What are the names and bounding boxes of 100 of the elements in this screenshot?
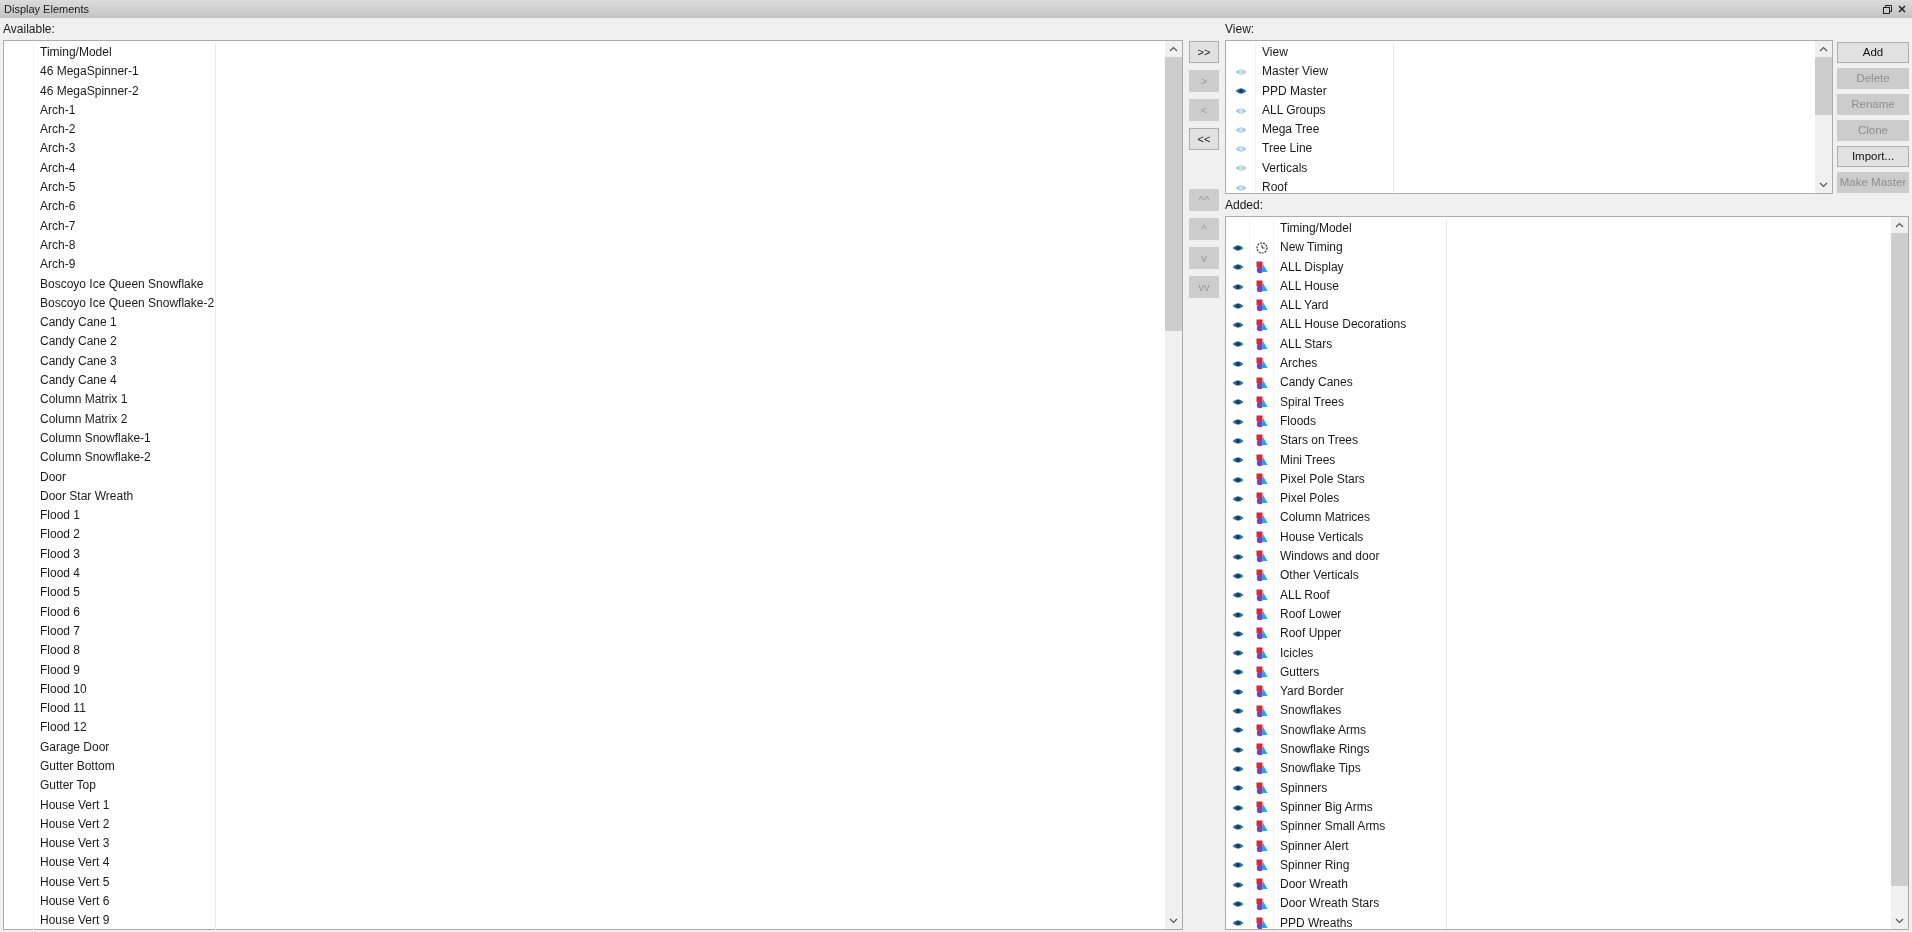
list-item[interactable]: Candy Cane 4 <box>34 371 216 391</box>
list-item[interactable]: Arch-8 <box>34 235 216 256</box>
list-item[interactable]: Column Matrix 2 <box>34 409 216 429</box>
view-action-button[interactable]: Import... <box>1837 146 1909 167</box>
scroll-down-icon[interactable] <box>1819 182 1828 188</box>
list-item[interactable]: Column Snowflake-1 <box>34 428 216 449</box>
list-item[interactable]: House Vert 2 <box>34 814 216 835</box>
added-item[interactable]: Roof Upper <box>1274 624 1447 644</box>
added-item[interactable]: Snowflakes <box>1274 701 1447 721</box>
eye-icon[interactable] <box>1231 842 1244 851</box>
added-item[interactable]: ALL House <box>1274 276 1447 297</box>
scroll-down-icon[interactable] <box>1895 918 1904 924</box>
list-item[interactable]: Arch-2 <box>34 120 216 140</box>
list-item[interactable]: Candy Cane 1 <box>34 313 216 333</box>
added-item[interactable]: Pixel Pole Stars <box>1274 469 1447 490</box>
added-item[interactable]: Spinners <box>1274 778 1447 798</box>
eye-icon[interactable] <box>1231 687 1244 696</box>
added-item[interactable]: ALL Yard <box>1274 296 1447 316</box>
list-item[interactable]: House Vert 3 <box>34 834 216 854</box>
list-item[interactable]: Arch-4 <box>34 158 216 179</box>
eye-icon[interactable] <box>1231 514 1244 523</box>
eye-icon[interactable] <box>1231 707 1244 716</box>
scroll-down-icon[interactable] <box>1169 918 1178 924</box>
view-item[interactable]: Tree Line <box>1256 139 1394 159</box>
list-item[interactable]: Gutter Top <box>34 776 216 796</box>
added-item[interactable]: Arches <box>1274 354 1447 374</box>
view-item[interactable]: Roof <box>1256 178 1394 193</box>
list-item[interactable]: House Vert 6 <box>34 892 216 912</box>
added-item[interactable]: Spinner Small Arms <box>1274 817 1447 837</box>
added-item[interactable]: ALL Display <box>1274 257 1447 277</box>
list-item[interactable]: Flood 8 <box>34 641 216 661</box>
list-item[interactable]: Flood 10 <box>34 679 216 700</box>
list-item[interactable]: Flood 1 <box>34 506 216 526</box>
list-item[interactable]: Arch-6 <box>34 197 216 217</box>
list-item[interactable]: Arch-7 <box>34 216 216 236</box>
list-item[interactable]: Arch-3 <box>34 139 216 159</box>
eye-icon[interactable] <box>1231 591 1244 600</box>
list-item[interactable]: Candy Cane 2 <box>34 332 216 352</box>
added-item[interactable]: House Verticals <box>1274 527 1447 548</box>
eye-icon[interactable] <box>1231 456 1244 465</box>
scrollbar-thumb[interactable] <box>1815 57 1832 115</box>
added-item[interactable]: ALL House Decorations <box>1274 315 1447 335</box>
view-item[interactable]: PPD Master <box>1256 81 1394 101</box>
eye-icon[interactable] <box>1231 398 1244 407</box>
eye-icon[interactable] <box>1231 861 1244 870</box>
list-item[interactable]: Boscoyo Ice Queen Snowflake <box>34 274 216 294</box>
list-item[interactable]: 46 MegaSpinner-2 <box>34 81 216 101</box>
added-item[interactable]: Pixel Poles <box>1274 489 1447 509</box>
eye-icon[interactable] <box>1231 649 1244 658</box>
list-item[interactable]: Column Snowflake-2 <box>34 448 216 468</box>
added-item[interactable]: ALL Stars <box>1274 334 1447 355</box>
eye-icon[interactable] <box>1231 243 1244 252</box>
list-item[interactable]: Door <box>34 467 216 487</box>
eye-icon[interactable] <box>1231 475 1244 484</box>
added-item[interactable]: Snowflake Rings <box>1274 740 1447 760</box>
list-item[interactable]: Arch-5 <box>34 178 216 198</box>
list-item[interactable]: 46 MegaSpinner-1 <box>34 62 216 82</box>
view-action-button[interactable]: Add <box>1837 42 1909 63</box>
added-item[interactable]: Column Matrices <box>1274 508 1447 528</box>
eye-icon[interactable] <box>1231 572 1244 580</box>
eye-icon[interactable] <box>1231 610 1244 619</box>
list-item[interactable]: Flood 6 <box>34 602 216 622</box>
added-item[interactable]: Snowflake Tips <box>1274 759 1447 779</box>
list-item[interactable]: House Vert 4 <box>34 853 216 873</box>
list-item[interactable]: Door Star Wreath <box>34 486 216 507</box>
added-item[interactable]: Gutters <box>1274 662 1447 683</box>
added-item[interactable]: Door Wreath Stars <box>1274 894 1447 914</box>
added-item[interactable]: Roof Lower <box>1274 604 1447 625</box>
added-item[interactable]: Candy Canes <box>1274 373 1447 393</box>
move-button[interactable]: >> <box>1189 41 1219 63</box>
eye-icon[interactable] <box>1231 359 1244 368</box>
added-item[interactable]: Door Wreath <box>1274 875 1447 895</box>
added-item[interactable]: Spinner Ring <box>1274 855 1447 876</box>
eye-icon[interactable] <box>1231 822 1244 831</box>
scrollbar[interactable] <box>1165 41 1182 929</box>
view-item[interactable]: ALL Groups <box>1256 100 1394 121</box>
eye-icon[interactable] <box>1231 321 1244 330</box>
move-button[interactable]: << <box>1189 128 1219 150</box>
eye-icon[interactable] <box>1231 668 1244 677</box>
eye-icon[interactable] <box>1231 340 1244 349</box>
list-item[interactable]: Flood 7 <box>34 621 216 642</box>
scroll-up-icon[interactable] <box>1895 222 1904 228</box>
list-item[interactable]: Garage Door <box>34 737 216 757</box>
list-item[interactable]: House Vert 1 <box>34 795 216 815</box>
view-list[interactable]: View Master View PPD Master ALL Groups Mega Tree Tree Line Verticals Roof <box>1225 40 1833 194</box>
eye-icon[interactable] <box>1231 436 1244 445</box>
view-item[interactable]: Master View <box>1256 62 1394 82</box>
column-header[interactable]: Timing/Model <box>1274 219 1447 239</box>
scroll-up-icon[interactable] <box>1819 46 1828 52</box>
eye-icon[interactable] <box>1234 87 1247 96</box>
scroll-up-icon[interactable] <box>1169 46 1178 52</box>
eye-icon[interactable] <box>1231 282 1244 291</box>
added-item[interactable]: Stars on Trees <box>1274 431 1447 451</box>
scrollbar-thumb[interactable] <box>1165 57 1182 331</box>
list-item[interactable]: Flood 3 <box>34 544 216 564</box>
eye-icon[interactable] <box>1231 726 1244 735</box>
eye-icon[interactable] <box>1231 880 1244 889</box>
eye-icon[interactable] <box>1231 263 1244 272</box>
eye-icon[interactable] <box>1231 417 1244 426</box>
close-icon[interactable] <box>1898 5 1906 13</box>
